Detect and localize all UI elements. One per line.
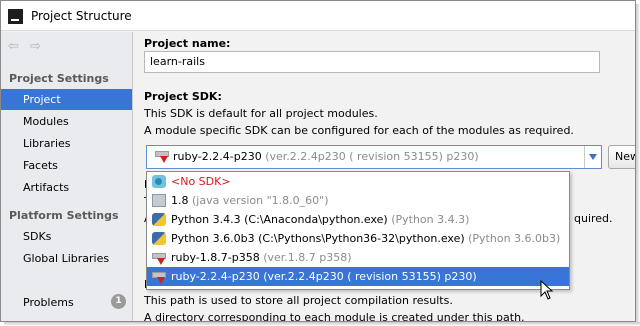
- title-bar: Project Structure: [1, 1, 635, 31]
- java-sdk-icon: [152, 194, 166, 207]
- project-name-input[interactable]: learn-rails: [144, 51, 600, 73]
- sidebar-item-sdks[interactable]: SDKs: [1, 226, 132, 247]
- new-sdk-button[interactable]: New...: [608, 145, 635, 169]
- sidebar-item-global-libraries[interactable]: Global Libraries: [1, 248, 132, 269]
- sdk-option-python-343[interactable]: Python 3.4.3 (C:\Anaconda\python.exe) (P…: [147, 210, 569, 229]
- project-name-label: Project name:: [144, 37, 231, 50]
- sdk-dropdown-list: <No SDK> 1.8 (java version "1.8.0_60") P…: [146, 171, 570, 290]
- sidebar-item-modules[interactable]: Modules: [1, 111, 132, 132]
- sdk-option-ruby-224[interactable]: ruby-2.2.4-p230 (ver.2.2.4p230 ( revisio…: [147, 267, 569, 286]
- mouse-pointer-icon: [540, 280, 554, 300]
- project-settings-header: Project Settings: [9, 72, 109, 85]
- sdk-option-no-sdk[interactable]: <No SDK>: [147, 172, 569, 191]
- back-arrow-icon[interactable]: ⇦: [8, 40, 19, 54]
- window-shadow-bottom: [4, 322, 640, 326]
- sdk-description-2: A module specific SDK can be configured …: [144, 124, 574, 137]
- forward-arrow-icon[interactable]: ⇨: [30, 40, 41, 54]
- window-title: Project Structure: [31, 9, 132, 23]
- sdk-combobox-value: ruby-2.2.4-p230 (ver.2.2.4p230 ( revisio…: [173, 150, 479, 163]
- project-sdk-label: Project SDK:: [144, 90, 222, 103]
- window-shadow-right: [636, 4, 640, 326]
- ruby-icon: [152, 253, 166, 265]
- ruby-icon: [155, 151, 169, 163]
- output-description-1: This path is used to store all project c…: [144, 294, 453, 307]
- sdk-option-ruby-187[interactable]: ruby-1.8.7-p358 (ver.1.8.7 p358): [147, 248, 569, 267]
- sdk-option-java[interactable]: 1.8 (java version "1.8.0_60"): [147, 191, 569, 210]
- problems-count-badge: 1: [111, 294, 126, 309]
- intellij-app-icon: [8, 9, 23, 24]
- platform-settings-header: Platform Settings: [9, 209, 119, 222]
- sdk-option-python-360b3[interactable]: Python 3.6.0b3 (C:\Pythons\Python36-32\p…: [147, 229, 569, 248]
- no-sdk-icon: [152, 175, 166, 188]
- sidebar: ⇦ ⇨ Project Settings Project Modules Lib…: [1, 32, 133, 321]
- sidebar-item-facets[interactable]: Facets: [1, 155, 132, 176]
- python-icon: [152, 232, 166, 245]
- chevron-down-icon[interactable]: [584, 146, 601, 168]
- sidebar-item-artifacts[interactable]: Artifacts: [1, 177, 132, 198]
- project-sdk-combobox[interactable]: ruby-2.2.4-p230 (ver.2.2.4p230 ( revisio…: [146, 145, 602, 169]
- ruby-icon: [152, 272, 166, 284]
- sdk-description-1: This SDK is default for all project modu…: [144, 107, 378, 120]
- sidebar-item-project[interactable]: Project: [1, 89, 132, 110]
- output-description-2: A directory corresponding to each module…: [144, 311, 525, 322]
- python-icon: [152, 213, 166, 226]
- sidebar-item-libraries[interactable]: Libraries: [1, 133, 132, 154]
- occluded-text-fragment: quired.: [574, 212, 613, 225]
